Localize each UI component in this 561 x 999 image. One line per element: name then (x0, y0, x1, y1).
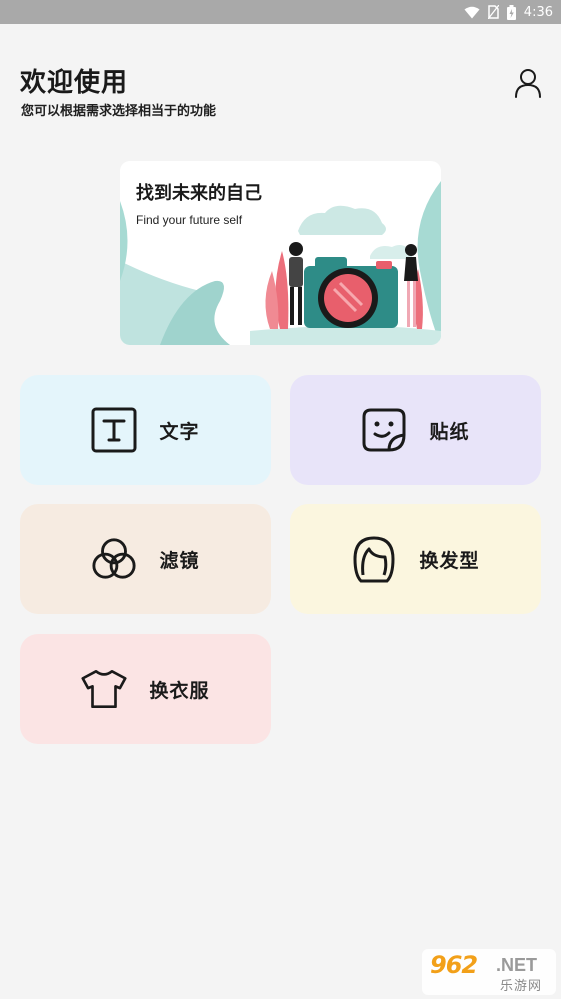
promo-banner[interactable]: 找到未来的自己 Find your future self (120, 161, 441, 345)
text-feature-label: 文字 (159, 420, 200, 443)
profile-button[interactable] (512, 68, 544, 102)
site-watermark: 962 .NET 乐游网 (422, 949, 556, 995)
sticker-feature-label: 贴纸 (429, 420, 470, 443)
sticker-icon (361, 407, 407, 453)
watermark-logo-number: 962 (430, 951, 478, 979)
banner-subtitle: Find your future self (136, 213, 243, 227)
clothes-feature-card[interactable]: 换衣服 (20, 634, 271, 744)
filter-feature-card[interactable]: 滤镜 (20, 504, 271, 614)
hairstyle-feature-card[interactable]: 换发型 (290, 504, 541, 614)
no-sim-icon (487, 5, 499, 19)
page-subtitle: 您可以根据需求选择相当于的功能 (21, 104, 217, 119)
sticker-feature-card[interactable]: 贴纸 (290, 375, 541, 485)
text-icon (91, 407, 137, 453)
tshirt-icon (81, 666, 128, 712)
text-feature-card[interactable]: 文字 (20, 375, 271, 485)
status-bar: 4:36 (0, 0, 561, 24)
filter-feature-label: 滤镜 (159, 549, 200, 572)
status-icons: 4:36 (464, 3, 553, 21)
watermark-logo-text: 乐游网 (500, 979, 543, 994)
watermark-logo-net: .NET (496, 955, 538, 975)
clothes-feature-label: 换衣服 (149, 679, 210, 702)
battery-icon (506, 4, 516, 20)
hairstyle-feature-label: 换发型 (419, 549, 480, 572)
wifi-icon (464, 6, 480, 19)
user-icon (514, 68, 542, 102)
status-time: 4:36 (523, 4, 553, 20)
filter-icon (91, 536, 137, 582)
page-title: 欢迎使用 (20, 68, 129, 98)
banner-title: 找到未来的自己 (136, 183, 262, 204)
hair-icon (351, 536, 397, 583)
